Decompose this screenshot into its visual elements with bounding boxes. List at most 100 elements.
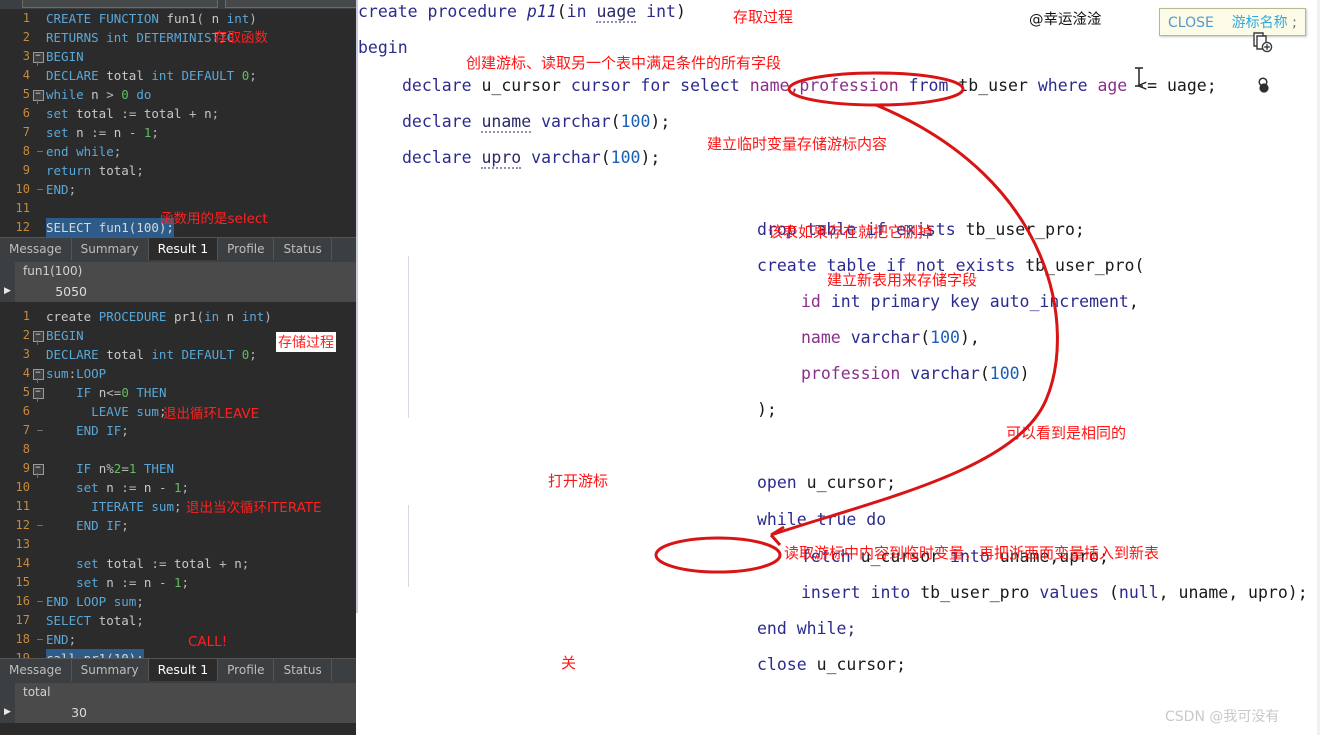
code-text: RETURNS int DETERMINISTIC bbox=[46, 30, 235, 45]
fold-marker[interactable]: − bbox=[30, 85, 46, 104]
code-line[interactable]: 7 END IF; bbox=[0, 421, 356, 440]
code-line[interactable]: 14 set total := total + n; bbox=[0, 554, 356, 573]
tab-status[interactable]: Status bbox=[274, 659, 332, 681]
code-line[interactable]: 7 set n := n - 1; bbox=[0, 123, 356, 142]
annotation-new-table: 建立新表用来存储字段 bbox=[827, 271, 978, 289]
highlight-ellipse-variables bbox=[654, 536, 782, 574]
editor-annotation: 存取函数 bbox=[214, 30, 268, 46]
code-line[interactable]: 4− sum:LOOP bbox=[0, 364, 356, 383]
code-line-open-cursor: open u_cursor; bbox=[757, 473, 897, 492]
grid-column-header[interactable]: total bbox=[15, 683, 95, 702]
code-line[interactable]: 13 bbox=[0, 535, 356, 554]
grid-data-row[interactable]: ▶ 5050 bbox=[0, 281, 356, 302]
fold-marker[interactable]: − bbox=[30, 326, 46, 345]
code-line-declare-uname: declare uname varchar(100); bbox=[402, 112, 671, 133]
code-line[interactable]: 9− IF n%2=1 THEN bbox=[0, 459, 356, 478]
code-text: ITERATE sum; bbox=[91, 499, 182, 514]
editor-annotation: 退出循环LEAVE bbox=[163, 406, 260, 422]
tab-summary[interactable]: Summary bbox=[72, 238, 149, 260]
grid-header-row: total bbox=[0, 683, 356, 702]
tab-profile[interactable]: Profile bbox=[218, 238, 275, 260]
code-line[interactable]: 3− BEGIN bbox=[0, 47, 356, 66]
line-number: 1 bbox=[22, 309, 30, 323]
grid-header-row: fun1(100) bbox=[0, 262, 356, 281]
line-number: 14 bbox=[15, 556, 30, 570]
editor-tab-2[interactable] bbox=[225, 0, 356, 8]
result-tabbar-bottom[interactable]: Message Summary Result 1 Profile Status bbox=[0, 658, 356, 684]
line-number: 15 bbox=[15, 575, 30, 589]
row-selector-icon[interactable]: ▶ bbox=[0, 281, 15, 302]
watermark-author-top: @幸运淦淦 bbox=[1029, 12, 1102, 28]
code-line[interactable]: 5− IF n<=0 THEN bbox=[0, 383, 356, 402]
code-line-column-profession: profession varchar(100) bbox=[801, 364, 1030, 383]
line-number: 8 bbox=[22, 442, 30, 456]
fold-marker[interactable]: − bbox=[30, 364, 46, 383]
code-text: SELECT fun1(100); bbox=[46, 218, 174, 237]
annotation-drop-table: 该表如果存在就把它删掉 bbox=[768, 223, 934, 241]
connector-arrowhead bbox=[769, 525, 785, 547]
indent-guide-1 bbox=[408, 256, 409, 418]
code-text: BEGIN bbox=[46, 49, 84, 64]
code-text: call pr1(10); bbox=[46, 649, 144, 658]
tab-message[interactable]: Message bbox=[0, 659, 72, 681]
code-line[interactable]: 18 END; bbox=[0, 630, 356, 649]
code-line-column-name: name varchar(100), bbox=[801, 328, 980, 347]
result-grid-top[interactable]: fun1(100) ▶ 5050 bbox=[0, 262, 356, 307]
code-line[interactable]: 17 SELECT total; bbox=[0, 611, 356, 630]
tab-result-1[interactable]: Result 1 bbox=[148, 659, 219, 681]
editor-annotation: 函数用的是select bbox=[160, 211, 268, 227]
code-text: set n := n - 1; bbox=[76, 480, 190, 495]
grid-cell[interactable]: 30 bbox=[15, 702, 95, 723]
sql-editor-procedure[interactable]: 1 create PROCEDURE pr1(in n int) 2− BEGIN 3 D… bbox=[0, 307, 356, 658]
code-line[interactable]: 6 set total := total + n; bbox=[0, 104, 356, 123]
tab-summary[interactable]: Summary bbox=[72, 659, 149, 681]
code-line[interactable]: 8 bbox=[0, 440, 356, 459]
right-code-panel[interactable]: create procedure p11(in uage int) begin … bbox=[356, 0, 1320, 735]
result-grid-bottom[interactable]: total ▶ 30 bbox=[0, 683, 356, 735]
line-number: 16 bbox=[15, 594, 30, 608]
indent-guide-2 bbox=[408, 505, 409, 587]
code-text: DECLARE total int DEFAULT 0; bbox=[46, 347, 257, 362]
line-number: 4 bbox=[22, 366, 30, 380]
annotation-procedure: 存取过程 bbox=[733, 8, 794, 26]
code-line[interactable]: 15 set n := n - 1; bbox=[0, 573, 356, 592]
grid-column-header[interactable]: fun1(100) bbox=[15, 262, 95, 281]
sql-editor-function[interactable]: 1 CREATE FUNCTION fun1( n int) 2 RETURNS in… bbox=[0, 9, 356, 237]
code-line[interactable]: 16 END LOOP sum; bbox=[0, 592, 356, 611]
fold-marker[interactable]: − bbox=[30, 459, 46, 478]
code-line[interactable]: 2 RETURNS int DETERMINISTIC bbox=[0, 28, 356, 47]
fold-marker[interactable]: − bbox=[30, 383, 46, 402]
editor-tab-1[interactable] bbox=[22, 0, 218, 8]
code-line[interactable]: 10 set n := n - 1; bbox=[0, 478, 356, 497]
result-tabbar-top[interactable]: Message Summary Result 1 Profile Status bbox=[0, 237, 356, 263]
annotation-temp-vars: 建立临时变量存储游标内容 bbox=[707, 135, 888, 153]
code-line[interactable]: 9 return total; bbox=[0, 161, 356, 180]
code-line[interactable]: 1 create PROCEDURE pr1(in n int) bbox=[0, 307, 356, 326]
code-line[interactable]: 4 DECLARE total int DEFAULT 0; bbox=[0, 66, 356, 85]
code-line[interactable]: 1 CREATE FUNCTION fun1( n int) bbox=[0, 9, 356, 28]
code-line[interactable]: 12 END IF; bbox=[0, 516, 356, 535]
tooltip-keyword: CLOSE bbox=[1168, 15, 1214, 31]
fold-marker[interactable]: − bbox=[30, 47, 46, 66]
code-text: END; bbox=[46, 632, 77, 647]
code-line[interactable]: 8 end while; bbox=[0, 142, 356, 161]
code-line[interactable]: 5− while n > 0 do bbox=[0, 85, 356, 104]
tab-profile[interactable]: Profile bbox=[218, 659, 275, 681]
code-text: SELECT total; bbox=[46, 613, 144, 628]
line-number: 3 bbox=[22, 347, 30, 361]
code-line-begin: begin bbox=[358, 38, 408, 57]
code-text: IF n<=0 THEN bbox=[76, 385, 167, 400]
grid-cell[interactable]: 5050 bbox=[15, 281, 95, 302]
code-line[interactable]: 10 END; bbox=[0, 180, 356, 199]
tab-message[interactable]: Message bbox=[0, 238, 72, 260]
row-selector-icon[interactable]: ▶ bbox=[0, 702, 15, 723]
left-ide-column: 1 CREATE FUNCTION fun1( n int) 2 RETURNS in… bbox=[0, 0, 356, 735]
code-text: IF n%2=1 THEN bbox=[76, 461, 175, 476]
line-number: 6 bbox=[22, 404, 30, 418]
grid-data-row[interactable]: ▶ 30 bbox=[0, 702, 356, 723]
code-line-while-true: while true do bbox=[757, 510, 887, 529]
code-line[interactable]: 19 call pr1(10); bbox=[0, 649, 356, 658]
code-text: END IF; bbox=[76, 518, 129, 533]
tab-status[interactable]: Status bbox=[274, 238, 332, 260]
tab-result-1[interactable]: Result 1 bbox=[148, 238, 219, 260]
